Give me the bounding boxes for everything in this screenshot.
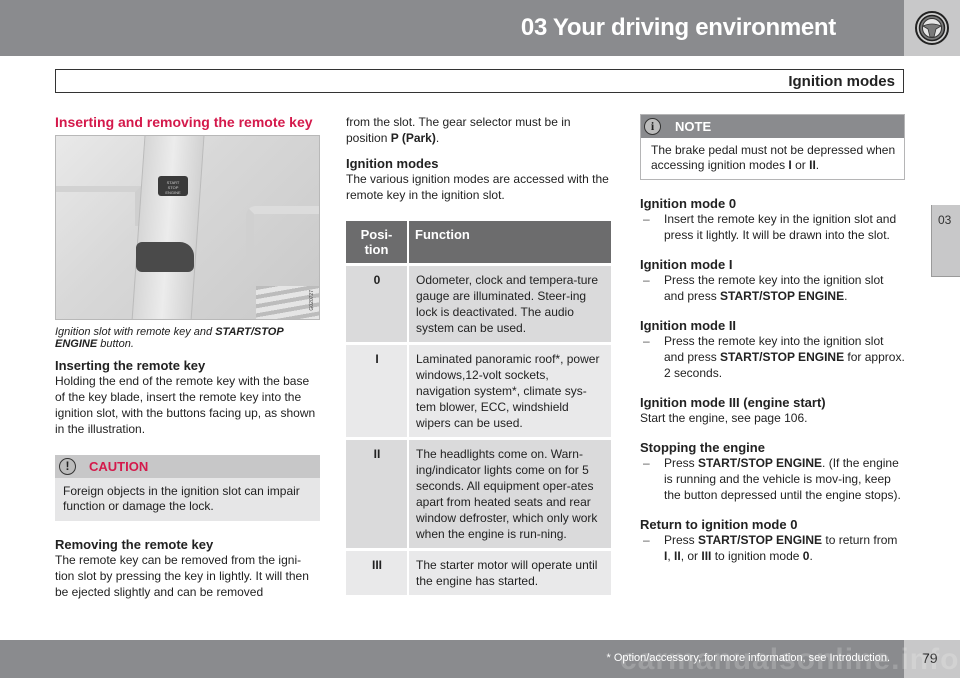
note-label: NOTE — [675, 119, 712, 134]
caution-label: CAUTION — [89, 459, 149, 474]
text: , — [667, 549, 675, 563]
start-stop-engine-button-graphic: START STOP ENGINE — [158, 176, 188, 196]
continued-text: from the slot. The gear selector must be… — [346, 114, 611, 146]
chapter-header-bar: 03 Your driving environment — [0, 0, 904, 56]
main-section-heading: Inserting and removing the remote key — [55, 114, 313, 130]
console-tray — [246, 206, 319, 266]
removing-body: The remote key can be removed from the i… — [55, 553, 309, 599]
text: , or — [680, 549, 702, 563]
ignition-mode-1-section: Ignition mode I Press the remote key int… — [640, 257, 905, 304]
ignition-mode-3-section: Ignition mode III (engine start) Start t… — [640, 395, 905, 426]
mode-text: Start the engine, see page 106. — [640, 411, 808, 425]
text: or — [791, 158, 810, 172]
ignition-modes-intro: The various ignition modes are accessed … — [346, 172, 609, 202]
mode-heading: Ignition mode III (engine start) — [640, 395, 826, 410]
function-cell: Odometer, clock and tempera-ture gauge a… — [408, 263, 611, 344]
text: Press — [664, 533, 699, 547]
column-header-function: Function — [408, 221, 611, 265]
caution-box: ! CAUTION Foreign objects in the ignitio… — [55, 455, 320, 521]
note-header: i NOTE — [641, 115, 904, 138]
column-2: from the slot. The gear selector must be… — [346, 114, 611, 595]
removing-heading: Removing the remote key — [55, 537, 214, 552]
dashboard-shelf — [56, 186, 141, 226]
park-position: P (Park) — [390, 131, 436, 145]
illustration-code: G020727 — [309, 290, 315, 311]
mode-ref: III — [701, 549, 712, 563]
inserting-body: Holding the end of the remote key with t… — [55, 374, 316, 436]
function-cell: The starter motor will operate until the… — [408, 548, 611, 595]
text: from the slot. The gear selector must be… — [346, 115, 571, 145]
table-header-row: Posi-tion Function — [346, 221, 611, 265]
section-header-box: Ignition modes — [55, 69, 904, 93]
chapter-side-tab[interactable]: 03 — [931, 205, 960, 277]
center-console-panel — [130, 136, 206, 319]
mode-heading: Ignition mode 0 — [640, 196, 737, 211]
button-ref: START/STOP ENGINE — [720, 289, 845, 303]
table-row: I Laminated panoramic roof*, power windo… — [346, 342, 611, 439]
footnote: * Option/accessory, for more information… — [606, 652, 890, 664]
chapter-icon-box — [904, 0, 960, 56]
chapter-title: 03 Your driving environment — [520, 14, 836, 41]
function-cell: Laminated panoramic roof*, power windows… — [408, 342, 611, 439]
inserting-heading: Inserting the remote key — [55, 358, 206, 373]
text: to return from — [822, 533, 898, 547]
function-cell: The headlights come on. Warn-ing/indicat… — [408, 437, 611, 550]
caption-text: Ignition slot with remote key and — [55, 326, 216, 338]
page-number: 79 — [922, 650, 938, 666]
position-cell: II — [346, 437, 409, 550]
note-text: The brake pedal must not be depressed wh… — [641, 138, 904, 179]
caution-header: ! CAUTION — [55, 455, 320, 478]
text: to ignition mode — [711, 549, 803, 563]
note-box: i NOTE The brake pedal must not be depre… — [640, 114, 905, 180]
illustration-caption: Ignition slot with remote key and START/… — [55, 326, 320, 350]
table-row: III The starter motor will operate until… — [346, 548, 611, 595]
steering-wheel-icon — [915, 11, 949, 45]
text: . — [435, 131, 440, 145]
ignition-slot-illustration: START STOP ENGINE G020727 — [55, 135, 320, 320]
button-ref: START/STOP ENGINE — [698, 533, 823, 547]
column-header-position: Posi-tion — [346, 221, 409, 265]
caution-text: Foreign objects in the ignition slot can… — [63, 484, 300, 513]
remote-key-graphic — [136, 242, 194, 272]
mode-ref: II — [809, 158, 816, 172]
text: . — [844, 289, 848, 303]
ignition-mode-2-section: Ignition mode II Press the remote key in… — [640, 318, 905, 381]
list-item: Press START/STOP ENGINE. (If the engine … — [640, 455, 905, 503]
info-circle-icon: i — [644, 118, 661, 135]
button-ref: START/STOP ENGINE — [698, 456, 823, 470]
position-cell: III — [346, 548, 409, 595]
text: Press — [664, 456, 699, 470]
section-title: Ignition modes — [788, 73, 895, 90]
caption-text: button. — [97, 338, 134, 350]
text: . — [809, 549, 813, 563]
mode-heading: Stopping the engine — [640, 440, 765, 455]
return-mode-0-section: Return to ignition mode 0 Press START/ST… — [640, 517, 905, 564]
table-row: 0 Odometer, clock and tempera-ture gauge… — [346, 263, 611, 344]
button-text-line: ENGINE — [165, 190, 181, 195]
list-item: Press the remote key into the ignition s… — [640, 333, 905, 381]
exclamation-circle-icon: ! — [59, 458, 76, 475]
ignition-mode-0-section: Ignition mode 0 Insert the remote key in… — [640, 196, 905, 243]
mode-heading: Ignition mode I — [640, 257, 733, 272]
mode-heading: Ignition mode II — [640, 318, 737, 333]
mode-ref: II — [674, 549, 681, 563]
list-item: Press the remote key into the ignition s… — [640, 272, 905, 304]
position-cell: 0 — [346, 263, 409, 344]
column-3: i NOTE The brake pedal must not be depre… — [640, 114, 905, 564]
button-ref: START/STOP ENGINE — [720, 350, 845, 364]
column-1: Inserting and removing the remote key ST… — [55, 114, 320, 600]
position-cell: I — [346, 342, 409, 439]
list-item: Insert the remote key in the ignition sl… — [640, 211, 905, 243]
table-row: II The headlights come on. Warn-ing/indi… — [346, 437, 611, 550]
chapter-side-tab-label: 03 — [938, 213, 952, 227]
text: The brake pedal must not be depressed wh… — [651, 143, 896, 172]
ignition-modes-heading: Ignition modes — [346, 156, 439, 171]
text: . — [815, 158, 820, 172]
ignition-modes-table: Posi-tion Function 0 Odometer, clock and… — [346, 221, 611, 595]
list-item: Press START/STOP ENGINE to return from I… — [640, 532, 905, 564]
mode-heading: Return to ignition mode 0 — [640, 517, 798, 532]
stopping-engine-section: Stopping the engine Press START/STOP ENG… — [640, 440, 905, 503]
